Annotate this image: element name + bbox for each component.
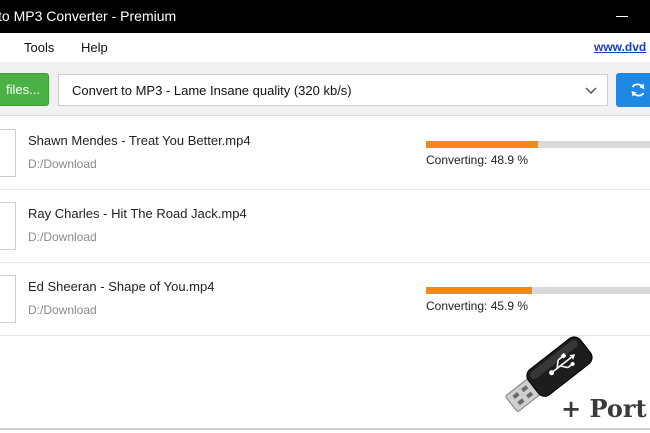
menu-tools[interactable]: Tools [24, 40, 54, 55]
file-thumbnail [0, 275, 16, 323]
menu-bar: Tools Help www.dvd [0, 33, 650, 62]
title-bar: to MP3 Converter - Premium [0, 0, 650, 33]
minimize-button[interactable] [614, 6, 640, 26]
file-thumbnail [0, 129, 16, 177]
output-profile-value: Convert to MP3 - Lame Insane quality (32… [72, 83, 352, 98]
progress-fill [426, 287, 532, 294]
chevron-down-icon [585, 87, 597, 95]
website-link[interactable]: www.dvd [594, 40, 646, 54]
progress-bar [426, 141, 650, 148]
conversion-status: Converting: 45.9 % [426, 299, 529, 313]
file-list: Shawn Mendes - Treat You Better.mp4 D:/D… [0, 117, 650, 337]
output-profile-select[interactable]: Convert to MP3 - Lame Insane quality (32… [58, 74, 608, 106]
window-title: to MP3 Converter - Premium [0, 8, 177, 24]
add-files-button[interactable]: files... [0, 73, 49, 106]
toolbar: files... Convert to MP3 - Lame Insane qu… [0, 62, 650, 116]
progress-bar [426, 287, 650, 294]
file-row[interactable]: Ed Sheeran - Shape of You.mp4 D:/Downloa… [0, 263, 650, 336]
refresh-icon [631, 83, 645, 97]
file-name: Ray Charles - Hit The Road Jack.mp4 [28, 206, 247, 221]
bottom-divider [0, 428, 650, 430]
convert-button[interactable] [616, 73, 650, 107]
file-row[interactable]: Shawn Mendes - Treat You Better.mp4 D:/D… [0, 117, 650, 190]
portable-watermark-label: + Port [561, 394, 647, 423]
file-thumbnail [0, 202, 16, 250]
file-row[interactable]: Ray Charles - Hit The Road Jack.mp4 D:/D… [0, 190, 650, 263]
file-path: D:/Download [28, 303, 97, 317]
conversion-status: Converting: 48.9 % [426, 153, 529, 167]
progress-fill [426, 141, 539, 148]
file-name: Ed Sheeran - Shape of You.mp4 [28, 279, 215, 294]
menu-help[interactable]: Help [81, 40, 108, 55]
file-path: D:/Download [28, 157, 97, 171]
file-name: Shawn Mendes - Treat You Better.mp4 [28, 133, 251, 148]
file-path: D:/Download [28, 230, 97, 244]
